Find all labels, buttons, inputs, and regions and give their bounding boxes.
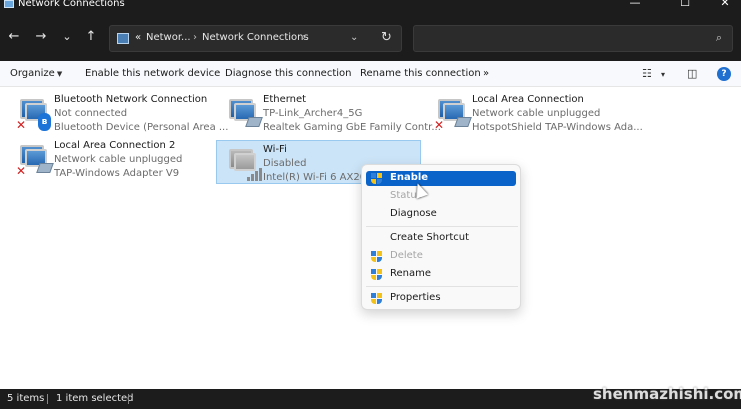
network-connections-icon [4, 0, 14, 8]
breadcrumb-network[interactable]: Networ... [146, 32, 191, 43]
wifi-signal-icon [247, 167, 263, 181]
address-dropdown-icon[interactable]: ⌄ [350, 32, 358, 43]
preview-pane-icon[interactable]: ◫ [687, 67, 697, 80]
disconnected-x-icon: ✕ [16, 118, 27, 132]
status-divider [47, 394, 48, 404]
menu-item-create-shortcut[interactable]: Create Shortcut [366, 231, 516, 246]
status-divider [128, 394, 129, 404]
lan-adapter-icon: ✕ [434, 97, 472, 132]
window-title: Network Connections [18, 0, 125, 9]
menu-item-properties[interactable]: Properties [366, 291, 516, 306]
address-bar[interactable]: « Networ... › Network Connections › ⌄ ↻ [109, 25, 402, 52]
menu-item-label: Create Shortcut [390, 232, 469, 243]
connection-bluetooth[interactable]: ✕ ʙ Bluetooth Network Connection Not con… [8, 91, 228, 135]
menu-item-enable[interactable]: Enable [366, 171, 516, 186]
organize-menu[interactable]: Organize ▼ [10, 68, 62, 79]
connection-status: Disabled [263, 158, 307, 169]
connection-status: Not connected [54, 108, 128, 119]
control-panel-icon [117, 33, 129, 44]
menu-divider [366, 226, 518, 227]
enable-device-button[interactable]: Enable this network device [85, 68, 220, 79]
breadcrumb-network-connections[interactable]: Network Connections [202, 32, 309, 43]
diagnose-connection-button[interactable]: Diagnose this connection [225, 68, 351, 79]
uac-shield-icon [371, 269, 382, 281]
disconnected-x-icon: ✕ [434, 118, 445, 132]
close-button[interactable]: ✕ [715, 0, 735, 9]
up-arrow-icon[interactable]: ↑ [82, 30, 100, 44]
ethernet-adapter-icon [225, 97, 263, 131]
menu-item-diagnose[interactable]: Diagnose [366, 207, 516, 222]
menu-item-label: Rename [390, 268, 432, 279]
view-options-chevron-icon[interactable]: ▾ [661, 70, 665, 79]
forward-arrow-icon[interactable]: → [32, 30, 50, 44]
bluetooth-icon: ʙ [38, 113, 51, 131]
back-arrow-icon[interactable]: ← [5, 30, 23, 44]
connection-name: Bluetooth Network Connection [54, 94, 208, 105]
connection-device: HotspotShield TAP-Windows Ada... [472, 122, 643, 133]
address-row: ← → ⌄ ↑ « Networ... › Network Connection… [0, 11, 741, 61]
recent-locations-chevron-icon[interactable]: ⌄ [58, 30, 76, 44]
connection-device: Intel(R) Wi-Fi 6 AX200 [263, 172, 373, 183]
connection-status: Network cable unplugged [472, 108, 601, 119]
connection-status: TP-Link_Archer4_5G [263, 108, 363, 119]
connection-name: Local Area Connection [472, 94, 584, 105]
search-box[interactable]: ⌕ [413, 25, 733, 52]
organize-label: Organize [10, 68, 55, 79]
connection-local-area-2[interactable]: ✕ Local Area Connection 2 Network cable … [8, 137, 213, 181]
uac-shield-icon [371, 173, 382, 185]
connection-device: Bluetooth Device (Personal Area ... [54, 122, 229, 133]
connection-device: Realtek Gaming GbE Family Contr... [263, 122, 441, 133]
menu-item-label: Delete [390, 250, 423, 261]
menu-item-delete[interactable]: Delete [366, 249, 516, 264]
title-bar: Network Connections — ☐ ✕ [0, 0, 741, 11]
chevron-down-icon: ▼ [56, 70, 63, 78]
selection-count: 1 item selected [56, 393, 134, 404]
search-input[interactable] [418, 29, 698, 48]
context-menu: Enable Status Diagnose Create Shortcut D… [361, 164, 521, 310]
menu-item-status[interactable]: Status [366, 189, 516, 204]
minimize-button[interactable]: — [625, 0, 645, 9]
network-cable-icon [36, 163, 54, 173]
connection-name: Ethernet [263, 94, 307, 105]
menu-item-label: Properties [390, 292, 441, 303]
refresh-icon[interactable]: ↻ [381, 30, 392, 45]
uac-shield-icon [371, 251, 382, 263]
breadcrumb-overflow[interactable]: « [135, 32, 141, 43]
breadcrumb-separator[interactable]: › [302, 32, 306, 43]
menu-item-label: Diagnose [390, 208, 437, 219]
change-view-icon[interactable]: ☷ [642, 67, 652, 80]
search-icon[interactable]: ⌕ [716, 31, 722, 45]
menu-item-rename[interactable]: Rename [366, 267, 516, 282]
connection-name: Wi-Fi [263, 144, 287, 155]
help-icon[interactable]: ? [717, 67, 731, 81]
connection-name: Local Area Connection 2 [54, 140, 176, 151]
bluetooth-adapter-icon: ✕ ʙ [16, 97, 51, 132]
breadcrumb-separator[interactable]: › [193, 32, 197, 43]
uac-shield-icon [371, 293, 382, 305]
network-cable-icon [454, 117, 472, 127]
connection-device: TAP-Windows Adapter V9 [54, 168, 180, 179]
watermark: shenmazhishi.com [593, 385, 741, 403]
item-count: 5 items [7, 393, 45, 404]
more-commands-button[interactable]: » [483, 68, 489, 79]
connection-status: Network cable unplugged [54, 154, 183, 165]
menu-divider [366, 286, 518, 287]
disconnected-x-icon: ✕ [16, 164, 27, 178]
rename-connection-button[interactable]: Rename this connection [360, 68, 481, 79]
lan-adapter-icon: ✕ [16, 143, 54, 178]
network-cable-icon [245, 117, 263, 127]
wifi-adapter-icon [225, 147, 262, 181]
connection-local-area[interactable]: ✕ Local Area Connection Network cable un… [426, 91, 643, 135]
command-bar: Organize ▼ Enable this network device Dia… [0, 61, 741, 87]
maximize-button[interactable]: ☐ [675, 0, 695, 9]
connection-ethernet[interactable]: Ethernet TP-Link_Archer4_5G Realtek Gami… [217, 91, 441, 135]
